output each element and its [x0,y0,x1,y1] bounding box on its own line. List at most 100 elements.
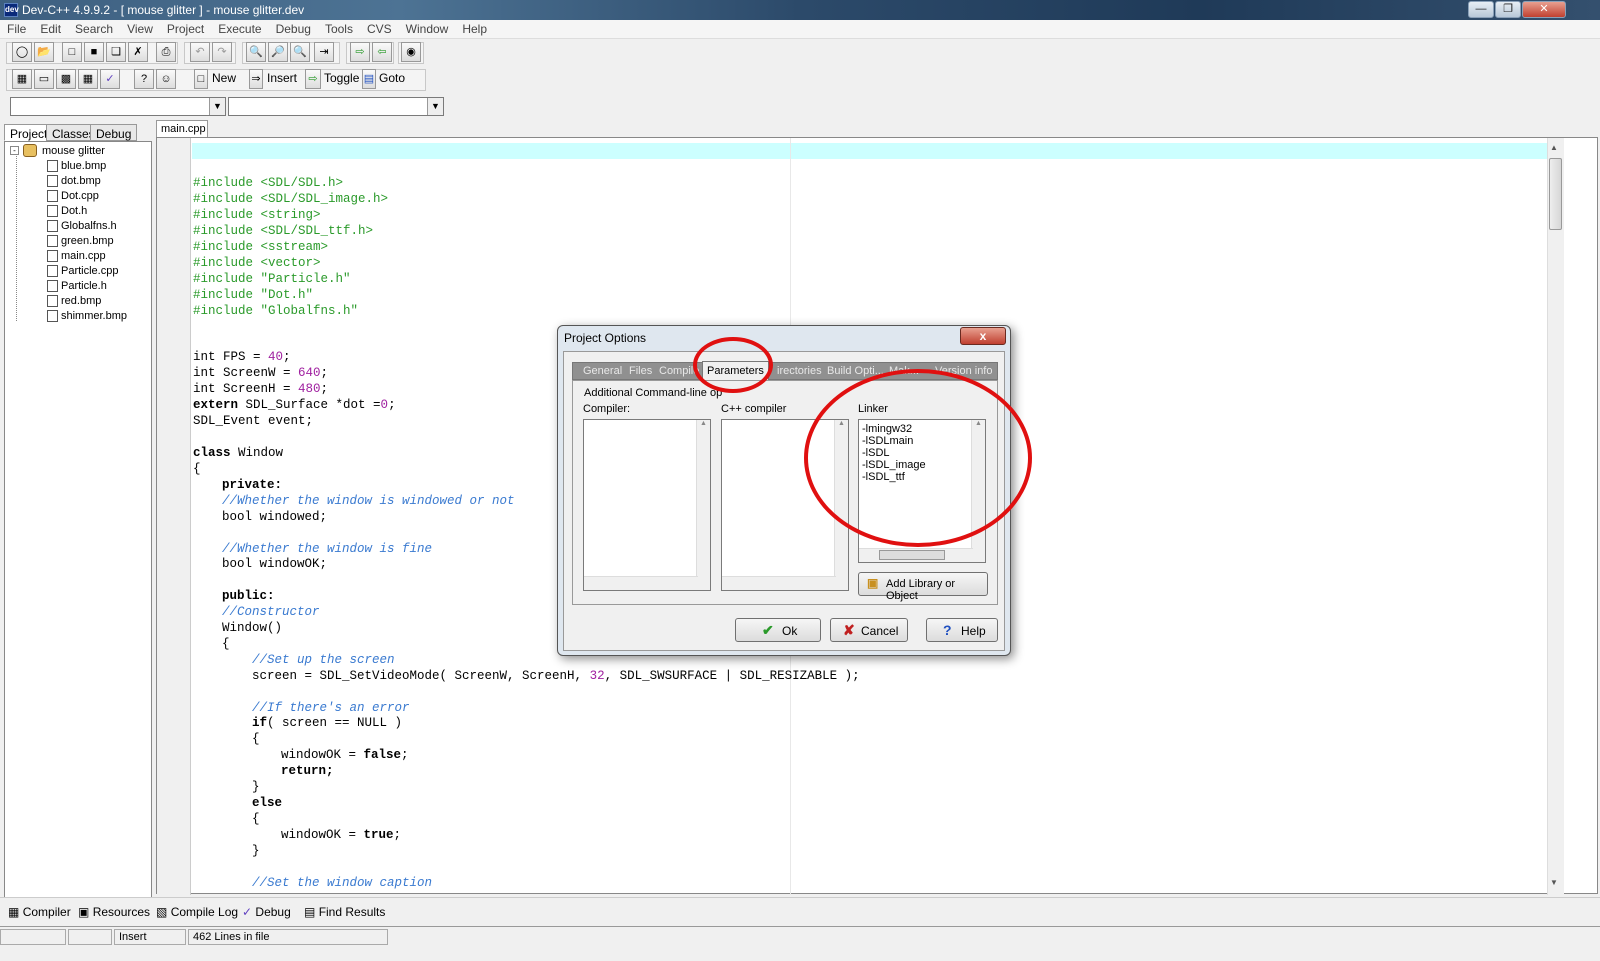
tab-find-results[interactable]: ▤ Find Results [304,902,385,922]
status-mode: Insert [114,929,186,945]
tab-compile-log[interactable]: ▧ Compile Log [156,902,238,922]
tab-label: Debug [255,905,291,919]
toolbar-new-label[interactable]: New [212,71,236,85]
open-project-icon[interactable]: 📂 [34,42,54,62]
ok-button[interactable]: ✔ Ok [735,618,821,642]
add-library-button[interactable]: ▣ Add Library or Object [858,572,988,602]
tree-item[interactable]: Particle.cpp [61,265,118,277]
toolbar-goto-label[interactable]: Goto [379,71,405,85]
cancel-button[interactable]: ✘ Cancel [830,618,908,642]
file-icon [47,175,58,187]
menu-debug[interactable]: Debug [269,20,318,36]
collapse-icon[interactable]: - [10,146,19,155]
dialog-close-button[interactable]: x [960,327,1006,345]
run-icon[interactable]: ▭ [34,69,54,89]
goto-line-icon[interactable]: ⇥ [314,42,334,62]
about-icon[interactable]: ◉ [401,42,421,62]
tree-item[interactable]: green.bmp [61,235,114,247]
minimize-button[interactable]: — [1468,1,1494,18]
menu-edit[interactable]: Edit [33,20,68,36]
compile-run-icon[interactable]: ▩ [56,69,76,89]
about-devcpp-icon[interactable]: ☺ [156,69,176,89]
close-button[interactable]: ✕ [1522,1,1566,18]
redo-icon[interactable]: ↷ [212,42,232,62]
goto-bookmark-icon[interactable]: ▤ [362,69,376,89]
tab-files[interactable]: Files [629,365,652,377]
tree-item[interactable]: Particle.h [61,280,107,292]
undo-icon[interactable]: ↶ [190,42,210,62]
menu-project[interactable]: Project [160,20,211,36]
tab-general[interactable]: General [583,365,622,377]
chevron-down-icon[interactable]: ▼ [209,98,225,115]
menu-help[interactable]: Help [455,20,494,36]
rebuild-icon[interactable]: ▦ [78,69,98,89]
code-line: private: [222,478,283,492]
new-project-icon[interactable]: ◯ [12,42,32,62]
tab-resources[interactable]: ▣ Resources [78,902,150,922]
replace-icon[interactable]: 🔎 [268,42,288,62]
horizontal-scrollbar[interactable] [584,576,698,590]
file-icon [47,205,58,217]
tree-item[interactable]: Globalfns.h [61,220,117,232]
menu-file[interactable]: File [0,20,33,36]
project-icon [23,144,37,157]
code-text: ( screen == NULL ) [267,716,403,730]
menu-execute[interactable]: Execute [211,20,268,36]
tree-item[interactable]: shimmer.bmp [61,310,127,322]
compile-icon[interactable]: ▦ [12,69,32,89]
menu-window[interactable]: Window [399,20,456,36]
toolbar-insert-label[interactable]: Insert [267,71,297,85]
chevron-down-icon[interactable]: ▼ [427,98,443,115]
new-bookmark-icon[interactable]: □ [194,69,208,89]
tree-item[interactable]: blue.bmp [61,160,106,172]
tree-root[interactable]: mouse glitter [42,145,105,157]
toolbar-toggle-label[interactable]: Toggle [324,71,359,85]
maximize-button[interactable]: ❐ [1495,1,1521,18]
horizontal-scrollbar[interactable] [722,576,836,590]
code-text: ; [393,828,402,842]
close-file-icon[interactable]: ✗ [128,42,148,62]
menu-view[interactable]: View [120,20,160,36]
tab-debug-output[interactable]: ✓ Debug [242,902,291,922]
code-text: ; [320,382,329,396]
tab-directories[interactable]: irectories [777,365,822,377]
help-icon[interactable]: ? [134,69,154,89]
scrollbar-thumb[interactable] [1549,158,1562,230]
help-button[interactable]: ? Help [926,618,998,642]
tab-compiler[interactable]: ▦ Compiler [8,902,71,922]
insert-icon[interactable]: ⇒ [249,69,263,89]
save-all-icon[interactable]: ❏ [106,42,126,62]
code-line: //Set up the screen [252,653,395,667]
scroll-down-icon[interactable]: ▼ [1550,878,1558,887]
tree-item[interactable]: main.cpp [61,250,106,262]
scroll-up-icon[interactable]: ▲ [1550,143,1558,152]
vertical-scrollbar[interactable] [1547,138,1564,895]
find-icon[interactable]: 🔍 [246,42,266,62]
indent-icon[interactable]: ⇨ [350,42,370,62]
project-tree: - mouse glitter blue.bmp dot.bmp Dot.cpp… [4,141,152,913]
tree-line [16,156,17,321]
tree-item[interactable]: red.bmp [61,295,101,307]
member-combo[interactable]: ▼ [228,97,444,116]
menu-tools[interactable]: Tools [318,20,360,36]
tree-item[interactable]: dot.bmp [61,175,101,187]
tree-item[interactable]: Dot.cpp [61,190,99,202]
tab-debug[interactable]: Debug [90,124,138,141]
new-file-icon[interactable]: □ [62,42,82,62]
toggle-bookmark-icon[interactable]: ⇨ [305,69,321,89]
editor-tab-main[interactable]: main.cpp [156,120,208,137]
tree-item[interactable]: Dot.h [61,205,87,217]
menu-search[interactable]: Search [68,20,120,36]
find-next-icon[interactable]: 🔍 [290,42,310,62]
class-combo[interactable]: ▼ [10,97,226,116]
unindent-icon[interactable]: ⇦ [372,42,392,62]
menu-cvs[interactable]: CVS [360,20,399,36]
compiler-textarea[interactable]: ▲ [583,419,711,591]
save-icon[interactable]: ■ [84,42,104,62]
vertical-scrollbar[interactable]: ▲ [696,420,710,590]
tab-label: Find Results [318,905,386,919]
project-panel: Project Classes Debug - mouse glitter bl… [4,124,152,913]
debug-check-icon[interactable]: ✓ [100,69,120,89]
scrollbar-thumb[interactable] [879,550,945,560]
print-icon[interactable]: ⎙ [156,42,176,62]
